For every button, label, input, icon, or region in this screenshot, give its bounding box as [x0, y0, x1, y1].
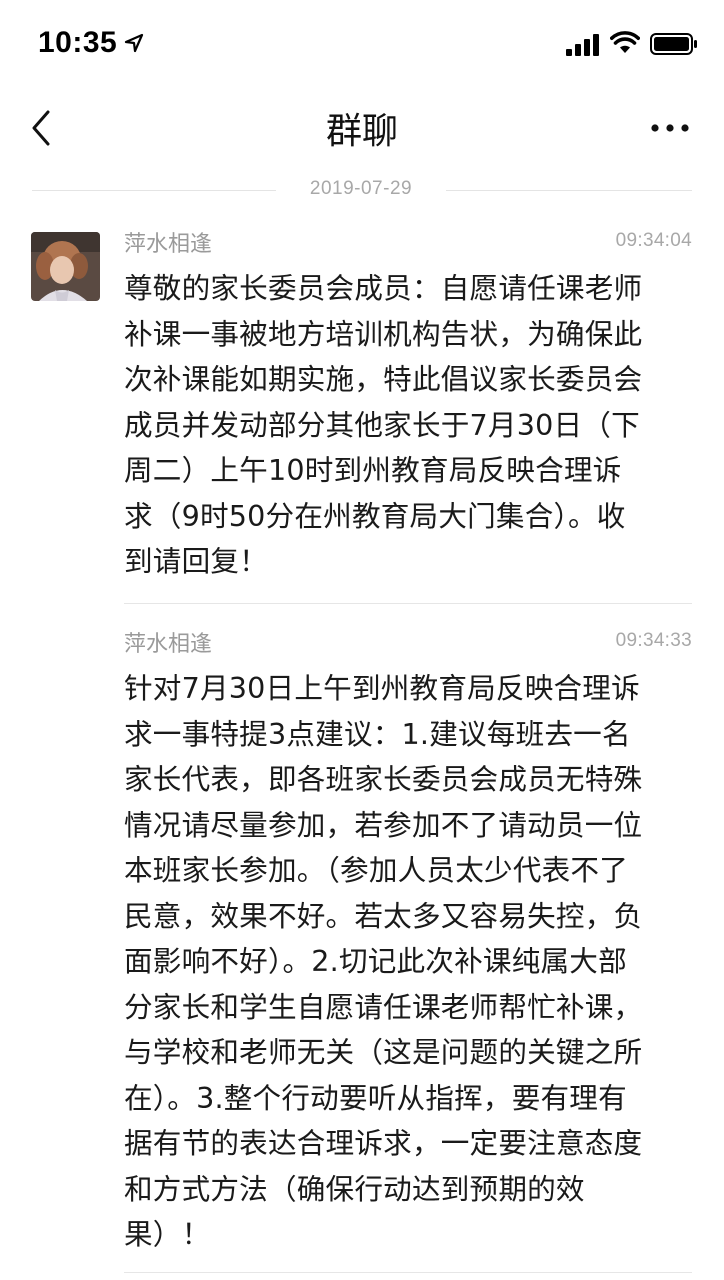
message-line: 针对7月30日上午到州教育局反映合理诉	[124, 671, 640, 705]
message-time: 09:34:04	[615, 230, 692, 251]
status-bar: 10:35	[0, 0, 724, 90]
status-time: 10:35	[38, 26, 118, 59]
message-line: 果）！	[124, 1217, 211, 1251]
message-line: 补课一事被地方培训机构告状，为确保此	[124, 316, 643, 351]
divider-line	[32, 190, 276, 191]
more-dots-icon[interactable]	[647, 114, 693, 142]
message-text: 尊敬的家长委员会成员：自愿请任课老师 补课一事被地方培训机构告状，为确保此 次补…	[124, 266, 692, 585]
nav-bar: 群聊	[0, 90, 724, 168]
message-line: 家长代表，即各班家长委员会成员无特殊	[124, 762, 643, 796]
avatar-image	[31, 232, 100, 301]
message-line: 情况请尽量参加，若参加不了请动员一位	[124, 807, 643, 842]
avatar[interactable]	[31, 232, 100, 301]
divider-line	[446, 190, 692, 191]
message-line: 成员并发动部分其他家长于7月30日（下	[124, 407, 640, 442]
message-line: 在）。3.整个行动要听从指挥，要有理有	[124, 1080, 627, 1115]
message-separator	[124, 1272, 692, 1273]
message-text: 针对7月30日上午到州教育局反映合理诉 求一事特提3点建议：1.建议每班去一名 …	[124, 666, 692, 1258]
message-line: 民意，效果不好。若太多又容易失控，负	[124, 898, 643, 933]
message-line: 面影响不好）。2.切记此次补课纯属大部	[124, 944, 627, 978]
message-line: 与学校和老师无关（这是问题的关键之所	[124, 1035, 643, 1069]
page-title: 群聊	[325, 111, 398, 152]
message-separator	[124, 603, 692, 604]
message-sender: 萍水相逢	[124, 232, 213, 257]
message-line: 和方式方法（确保行动达到预期的效	[124, 1171, 585, 1206]
message-line: 求（9时50分在州教育局大门集合）。收	[124, 498, 626, 533]
wifi-icon	[610, 31, 640, 53]
message-line: 分家长和学生自愿请任课老师帮忙补课，	[124, 989, 643, 1024]
message-line: 周二）上午10时到州教育局反映合理诉	[124, 453, 622, 487]
message-line: 求一事特提3点建议：1.建议每班去一名	[124, 716, 631, 751]
message-time: 09:34:33	[615, 630, 692, 651]
date-label: 2019-07-29	[309, 178, 413, 199]
message-line: 次补课能如期实施，特此倡议家长委员会	[124, 362, 643, 396]
message-line: 据有节的表达合理诉求，一定要注意态度	[124, 1126, 643, 1160]
location-arrow-icon	[124, 33, 144, 53]
message-line: 到请回复！	[124, 544, 268, 578]
message-line: 尊敬的家长委员会成员：自愿请任课老师	[124, 271, 643, 305]
message-sender: 萍水相逢	[124, 632, 213, 657]
date-divider: 2019-07-29	[32, 176, 692, 206]
cellular-signal-icon	[566, 34, 599, 56]
message-line: 本班家长参加。（参加人员太少代表不了	[124, 853, 628, 887]
battery-icon	[650, 33, 697, 55]
